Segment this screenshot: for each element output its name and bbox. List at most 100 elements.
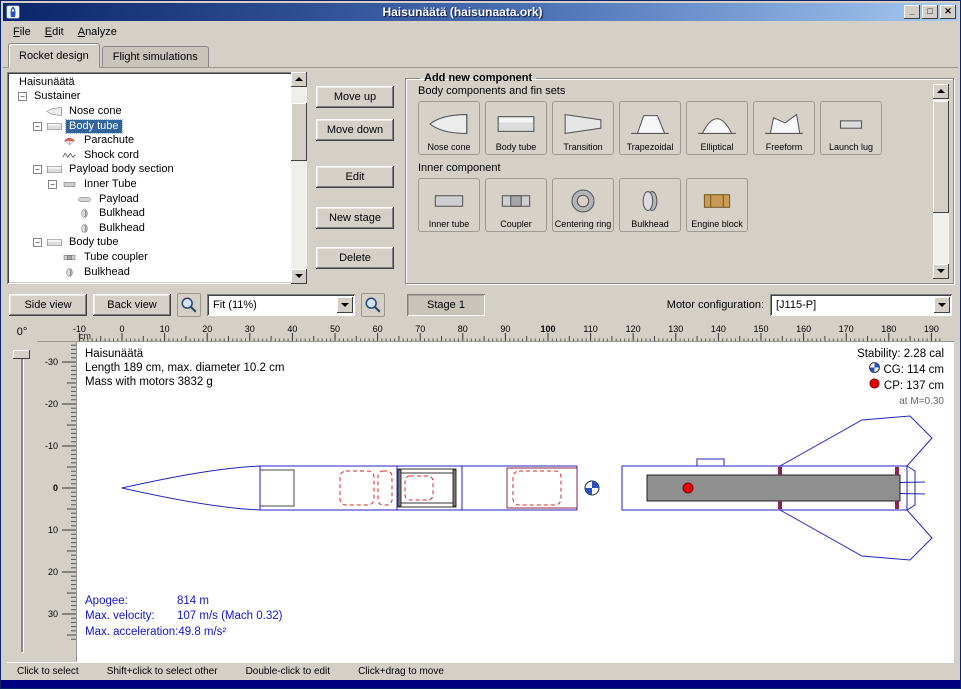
back-view-button[interactable]: Back view	[93, 294, 171, 316]
palette-item-nose-cone[interactable]: Nose cone	[418, 101, 480, 155]
svg-text:-30: -30	[45, 357, 58, 367]
stage-1-toggle[interactable]: Stage 1	[407, 294, 485, 316]
palette-item-freeform[interactable]: Freeform	[753, 101, 815, 155]
palette-item-coupler[interactable]: Coupler	[485, 178, 547, 232]
palette-item-engine-block[interactable]: Engine block	[686, 178, 748, 232]
palette-item-elliptical[interactable]: Elliptical	[686, 101, 748, 155]
scroll-up-icon[interactable]	[933, 84, 949, 99]
fin-top-shape[interactable]	[780, 416, 932, 466]
tree-item-bulkhead[interactable]: Bulkhead	[10, 221, 291, 236]
palette-item-centering-ring[interactable]: Centering ring	[552, 178, 614, 232]
parachute-shape[interactable]	[340, 471, 374, 505]
tree-item-tube-coupler[interactable]: Tube coupler	[10, 250, 291, 265]
menu-analyze[interactable]: Analyze	[71, 23, 124, 41]
tube-coupler-shape[interactable]	[507, 468, 577, 508]
palette-item-label: Freeform	[766, 143, 803, 152]
tree-item-nose-cone[interactable]: Nose cone	[10, 104, 291, 119]
tree-item-sustainer[interactable]: −Sustainer	[10, 90, 291, 105]
velocity-value: 107 m/s (Mach 0.32)	[177, 609, 282, 625]
statusbar: Click to selectShift+click to select oth…	[7, 662, 954, 680]
tree-item-parachute[interactable]: Parachute	[10, 133, 291, 148]
palette-item-transition[interactable]: Transition	[552, 101, 614, 155]
close-button[interactable]: ✕	[940, 5, 956, 19]
move-down-button[interactable]: Move down	[316, 119, 394, 141]
zoom-select[interactable]: Fit (11%)	[207, 294, 355, 316]
tree-collapse-handle[interactable]: −	[33, 238, 42, 247]
svg-text:140: 140	[711, 324, 726, 334]
tree-item-haisun-t[interactable]: Haisunäätä	[10, 75, 291, 90]
scroll-down-icon[interactable]	[291, 269, 307, 284]
minimize-button[interactable]: _	[904, 5, 920, 19]
app-icon[interactable]	[6, 5, 20, 19]
motor-config-select[interactable]: [J115-P]	[770, 294, 952, 316]
scroll-up-icon[interactable]	[291, 72, 307, 87]
palette-item-inner-tube[interactable]: Inner tube	[418, 178, 480, 232]
move-up-button[interactable]: Move up	[316, 86, 394, 108]
rotation-slider-track[interactable]	[21, 354, 23, 652]
titlebar[interactable]: Haisunäätä (haisunaata.ork) _ □ ✕	[3, 3, 958, 21]
zoom-in-button[interactable]	[177, 293, 201, 317]
zoom-fit-button[interactable]	[361, 293, 385, 317]
component-tree: Haisunäätä−SustainerNose cone−Body tubeP…	[7, 72, 291, 284]
payload-shape[interactable]	[405, 476, 433, 500]
new-stage-button[interactable]: New stage	[316, 207, 394, 229]
tab-rocket-design[interactable]: Rocket design	[8, 43, 100, 68]
apogee-value: 814 m	[177, 594, 209, 610]
tab-flight-simulations[interactable]: Flight simulations	[102, 46, 209, 67]
tree-collapse-handle[interactable]: −	[48, 180, 57, 189]
delete-button[interactable]: Delete	[316, 247, 394, 269]
tree-collapse-handle[interactable]: −	[33, 122, 42, 131]
add-component-title: Add new component	[420, 72, 536, 84]
palette-item-body-tube[interactable]: Body tube	[485, 101, 547, 155]
tree-item-bulkhead[interactable]: Bulkhead	[10, 206, 291, 221]
tree-item-label: Payload body section	[66, 163, 177, 176]
fin-bottom-shape[interactable]	[780, 510, 932, 560]
tree-scrollbar[interactable]	[291, 72, 307, 284]
maximize-button[interactable]: □	[922, 5, 938, 19]
nose-shoulder-shape	[260, 470, 294, 506]
chevron-down-icon[interactable]	[934, 297, 950, 313]
menu-file[interactable]: File	[6, 23, 38, 41]
tree-item-payload-body-section[interactable]: − Payload body section	[10, 163, 291, 178]
tree-item-payload[interactable]: Payload	[10, 192, 291, 207]
palette-item-label: Body tube	[496, 143, 537, 152]
scrollbar-track[interactable]	[291, 87, 307, 269]
shock-cord-shape[interactable]	[378, 471, 392, 505]
tree-collapse-handle[interactable]: −	[18, 92, 27, 101]
launch-lug-shape[interactable]	[697, 459, 724, 466]
svg-text:30: 30	[245, 324, 255, 334]
scrollbar-track[interactable]	[933, 99, 949, 264]
tree-collapse-handle[interactable]: −	[33, 165, 42, 174]
inner-tube-shape[interactable]	[398, 469, 456, 507]
tree-item-label: Inner Tube	[81, 178, 140, 191]
rotation-slider-handle[interactable]	[13, 350, 30, 359]
chevron-down-icon[interactable]	[337, 297, 353, 313]
nose-cone-shape[interactable]	[122, 466, 260, 510]
palette-scrollbar[interactable]	[933, 84, 949, 279]
scrollbar-thumb[interactable]	[291, 103, 307, 161]
palette-item-bulkhead[interactable]: Bulkhead	[619, 178, 681, 232]
scroll-down-icon[interactable]	[933, 264, 949, 279]
tree-item-inner-tube[interactable]: − Inner Tube	[10, 177, 291, 192]
tree-item-body-tube[interactable]: −Body tube	[10, 119, 291, 134]
nose-cone-icon	[46, 106, 63, 117]
rear-parachute-shape[interactable]	[513, 471, 561, 505]
vertical-ruler: -30-20-100102030	[37, 342, 77, 662]
palette-item-launch-lug[interactable]: Launch lug	[820, 101, 882, 155]
scrollbar-thumb[interactable]	[933, 101, 949, 213]
tree-item-label: Nose cone	[66, 105, 125, 118]
tree-item-shock-cord[interactable]: Shock cord	[10, 148, 291, 163]
palette-item-trapezoidal[interactable]: Trapezoidal	[619, 101, 681, 155]
tree-item-bulkhead[interactable]: Bulkhead	[10, 265, 291, 280]
bulkhead-shape[interactable]	[398, 470, 401, 506]
menubar: FileEditAnalyze	[3, 21, 958, 42]
svg-text:160: 160	[796, 324, 811, 334]
edit-button[interactable]: Edit	[316, 166, 394, 188]
rotation-control: 0°	[7, 324, 37, 662]
menu-edit[interactable]: Edit	[38, 23, 71, 41]
rocket-canvas[interactable]: Haisunäätä Length 189 cm, max. diameter …	[77, 342, 954, 662]
side-view-button[interactable]: Side view	[9, 294, 87, 316]
bulkhead-shape[interactable]	[453, 470, 456, 506]
svg-text:50: 50	[330, 324, 340, 334]
tree-item-body-tube[interactable]: −Body tube	[10, 236, 291, 251]
